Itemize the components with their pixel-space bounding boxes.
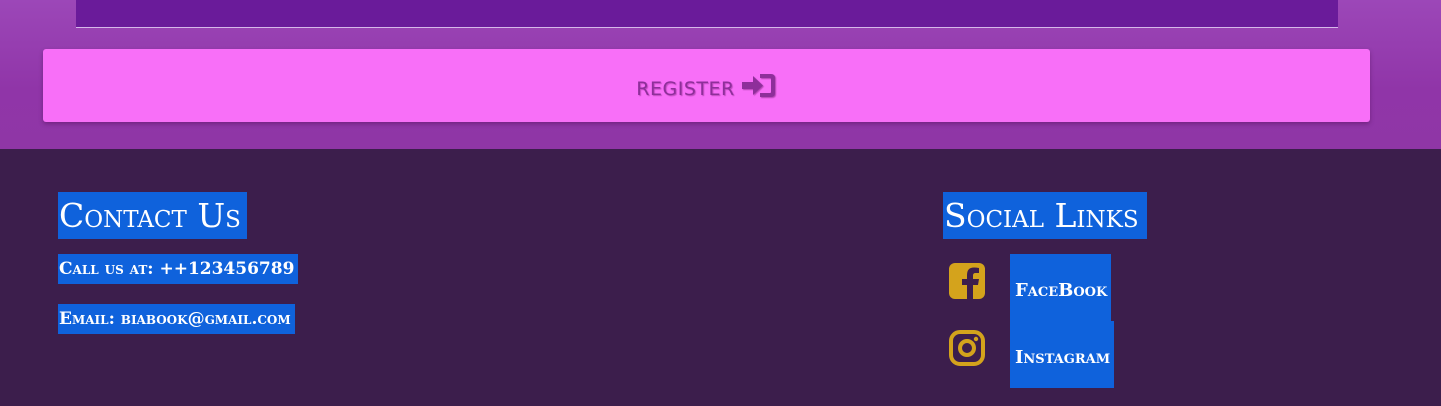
contact-title: Contact Us [58,192,247,239]
social-title: Social Links [943,192,1147,239]
contact-phone: Call us at: ++123456789 [58,254,299,284]
instagram-icon[interactable] [949,330,985,366]
contact-email: Email: biabook@gmail.com [58,304,295,334]
instagram-link[interactable]: Instagram [1010,321,1115,388]
footer: Contact Us Call us at: ++123456789 Email… [0,149,1441,406]
form-section: Register [0,0,1441,149]
facebook-icon[interactable] [949,263,985,299]
register-label: Register [636,77,735,100]
sign-in-icon [741,73,775,97]
form-panel [76,0,1338,28]
register-button[interactable]: Register [43,49,1370,122]
facebook-link[interactable]: FaceBook [1010,254,1112,321]
